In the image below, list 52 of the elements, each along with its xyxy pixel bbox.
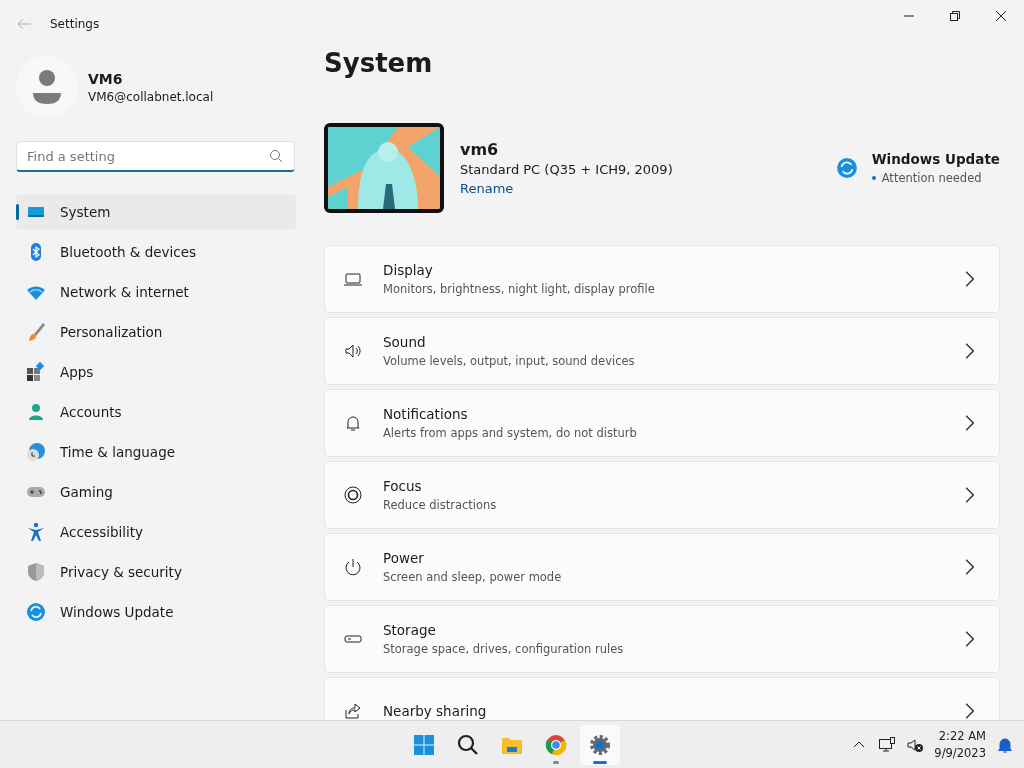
device-name: vm6	[460, 140, 500, 159]
search-icon	[269, 149, 283, 163]
clock-date[interactable]: 9/9/2023	[934, 746, 986, 760]
settings-card[interactable]: Storage Storage space, drives, configuration rules	[324, 605, 1000, 673]
sidebar-item[interactable]: Bluetooth & devices	[16, 234, 296, 270]
apps-icon	[26, 362, 46, 382]
browser-icon	[545, 734, 567, 755]
sidebar-item[interactable]: Windows Update	[16, 594, 296, 630]
folder-icon	[502, 737, 522, 754]
settings-card[interactable]: Focus Reduce distractions	[324, 461, 1000, 529]
network-icon[interactable]	[878, 735, 897, 754]
sidebar-item[interactable]: Apps	[16, 354, 296, 390]
globe-clock-icon	[26, 442, 46, 462]
paintbrush-icon	[26, 322, 46, 342]
device-model: Standard PC (Q35 + ICH9, 2009)	[460, 162, 673, 177]
accessibility-icon	[26, 522, 46, 542]
shield-icon	[26, 562, 46, 582]
sidebar-item[interactable]: Accessibility	[16, 514, 296, 550]
search-field[interactable]: Find a setting	[16, 141, 295, 172]
settings-card[interactable]: Sound Volume levels, output, input, sound devices	[324, 317, 1000, 385]
restore-icon	[950, 11, 960, 21]
update-status: Attention needed	[881, 171, 982, 185]
clock-time[interactable]: 2:22 AM	[938, 729, 986, 743]
sidebar-item[interactable]: Accounts	[16, 394, 296, 430]
sidebar-item[interactable]: Network & internet	[16, 274, 296, 310]
person-icon	[26, 402, 46, 422]
card-icon	[343, 701, 363, 720]
sidebar-item[interactable]: Time & language	[16, 434, 296, 470]
sync-icon	[835, 157, 858, 179]
bell-icon[interactable]	[996, 735, 1014, 754]
status-dot-icon	[871, 176, 876, 180]
sidebar-item[interactable]: Personalization	[16, 314, 296, 350]
sidebar-item[interactable]: Gaming	[16, 474, 296, 510]
rename-link[interactable]: Rename	[460, 181, 673, 196]
settings-card[interactable]: Notifications Alerts from apps and system, do not disturb	[324, 389, 1000, 457]
settings-card[interactable]: Power Screen and sleep, power mode	[324, 533, 1000, 601]
gear-icon	[590, 734, 610, 755]
windows-logo-icon	[414, 734, 434, 755]
sync-icon	[26, 602, 46, 622]
update-title[interactable]: Windows Update	[871, 151, 1000, 167]
sidebar-item[interactable]: Privacy & security	[16, 554, 296, 590]
user-name: VM6	[88, 70, 124, 87]
card-icon	[343, 557, 363, 577]
page-title: System	[324, 48, 434, 80]
search-icon	[457, 734, 478, 755]
window-title: Settings	[50, 17, 100, 31]
card-icon	[343, 485, 363, 505]
settings-card[interactable]: Display Monitors, brightness, night light, display profile	[324, 245, 1000, 313]
user-email: VM6@collabnet.local	[88, 89, 214, 104]
settings-card[interactable]: Nearby sharing	[324, 677, 1000, 720]
sidebar-item[interactable]: System	[16, 194, 296, 230]
close-icon	[996, 11, 1006, 21]
